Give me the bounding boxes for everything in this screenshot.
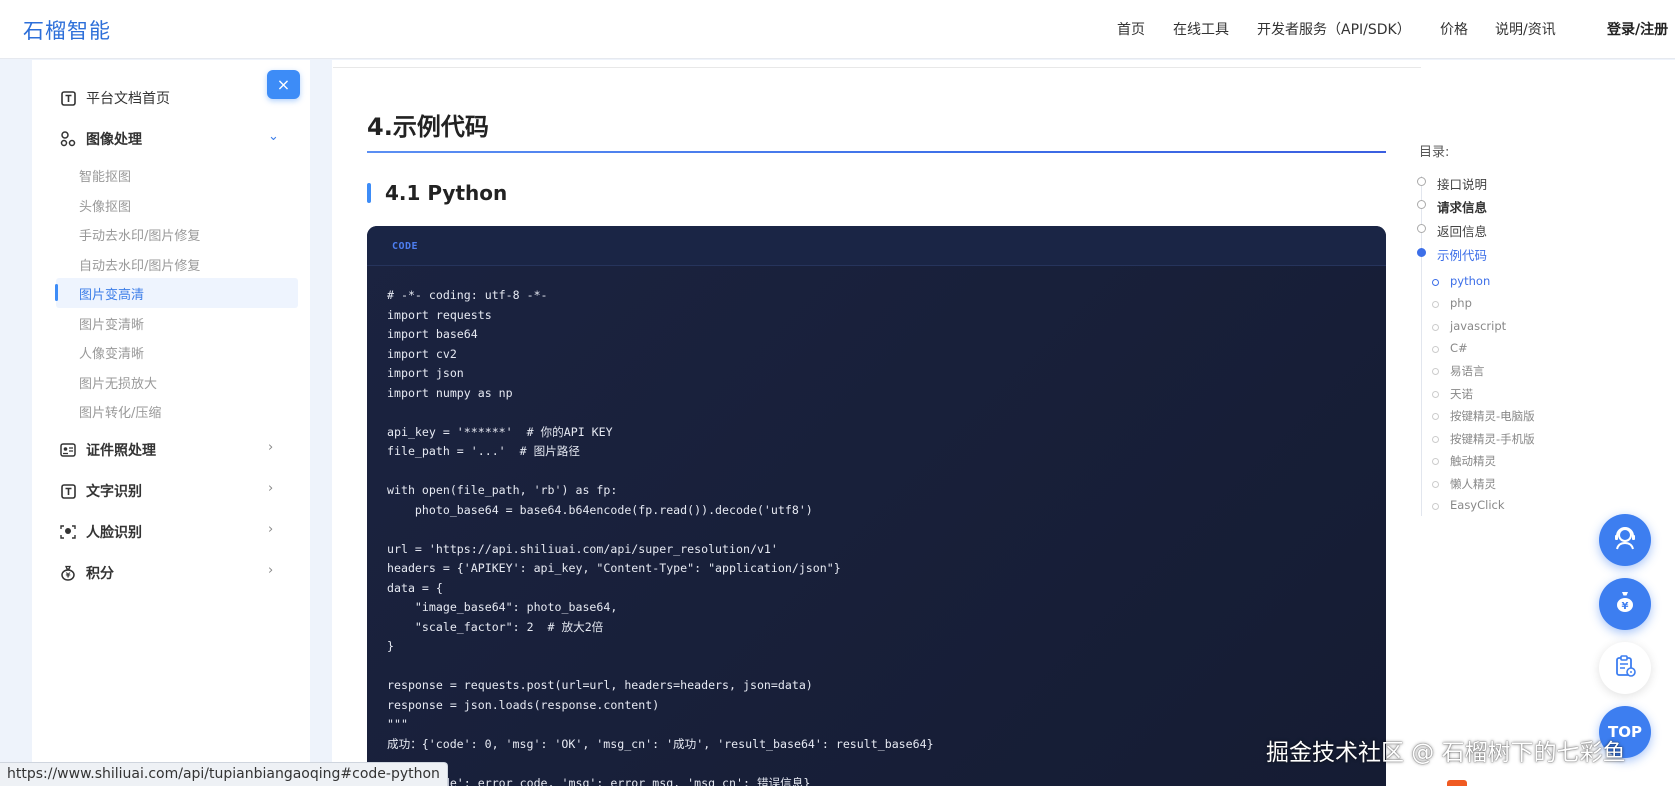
toc-sub-item[interactable]: EasyClick [1450, 498, 1505, 512]
toc-sub-dot [1432, 436, 1439, 443]
corner-badge [1447, 780, 1467, 786]
brand-logo[interactable]: 石榴智能 [23, 15, 111, 45]
sidebar-item-label: 积分 [86, 566, 114, 582]
chevron-right-icon[interactable]: › [268, 440, 273, 455]
sidebar-sub-item[interactable]: 图片无损放大 [79, 373, 157, 392]
headset-icon [1611, 524, 1639, 556]
toc-sub-item[interactable]: 按键精灵-手机版 [1450, 431, 1535, 447]
feedback-button[interactable] [1599, 642, 1651, 694]
id-card-icon [60, 442, 76, 458]
toc-sub-dot [1432, 324, 1439, 331]
sidebar [32, 60, 310, 786]
nav-dev-services[interactable]: 开发者服务（API/SDK） [1257, 19, 1411, 39]
sidebar-item-ocr[interactable]: 文字识别 [60, 481, 142, 501]
text-recognition-icon [60, 483, 76, 499]
sidebar-sub-item[interactable]: 自动去水印/图片修复 [79, 255, 200, 274]
toc-sub-dot [1432, 458, 1439, 465]
code-language-label: CODE [392, 241, 419, 252]
toc-dot-active [1417, 248, 1426, 257]
toc-sub-dot [1432, 481, 1439, 488]
points-button[interactable]: ¥ [1599, 578, 1651, 630]
text-doc-icon [60, 90, 76, 106]
subsection-heading: 4.1 Python [385, 181, 508, 205]
toc-sub-dot [1432, 346, 1439, 353]
sidebar-close-button[interactable]: × [267, 70, 300, 99]
toc-sub-item[interactable]: 懒人精灵 [1450, 476, 1496, 492]
toc-sub-item[interactable]: javascript [1450, 319, 1506, 333]
sidebar-sub-item[interactable]: 图片变清晰 [79, 314, 144, 333]
toc-sub-dot [1432, 503, 1439, 510]
face-scan-icon [60, 524, 76, 540]
sidebar-item-label: 图像处理 [86, 132, 142, 148]
sidebar-sub-item[interactable]: 手动去水印/图片修复 [79, 225, 200, 244]
chevron-right-icon[interactable]: › [268, 563, 273, 578]
chevron-down-icon[interactable]: ⌄ [268, 129, 279, 144]
sidebar-item-label: 平台文档首页 [86, 91, 170, 107]
sidebar-sub-item[interactable]: 头像抠图 [79, 196, 131, 215]
chevron-right-icon[interactable]: › [268, 522, 273, 537]
sidebar-sub-item[interactable]: 人像变清晰 [79, 343, 144, 362]
toc-sub-dot-active [1432, 279, 1439, 286]
toc-item[interactable]: 接口说明 [1437, 174, 1487, 193]
toc-sub-item[interactable]: 触动精灵 [1450, 453, 1496, 469]
sidebar-item-label: 人脸识别 [86, 525, 142, 541]
divider [333, 67, 1421, 68]
browser-status-url: https://www.shiliuai.com/api/tupianbiang… [0, 762, 448, 786]
nav-price[interactable]: 价格 [1440, 19, 1468, 39]
sidebar-sub-item[interactable]: 图片转化/压缩 [79, 402, 161, 421]
nav-docs[interactable]: 说明/资讯 [1495, 19, 1556, 39]
money-bag-icon: ¥ [1612, 589, 1638, 619]
customer-service-button[interactable] [1599, 514, 1651, 566]
top-navbar: 石榴智能 首页 在线工具 开发者服务（API/SDK） 价格 说明/资讯 登录/… [0, 0, 1675, 59]
toc-title: 目录: [1419, 145, 1450, 160]
toc-dot [1417, 200, 1426, 209]
nav-tools[interactable]: 在线工具 [1173, 19, 1229, 39]
svg-text:¥: ¥ [66, 572, 71, 580]
toc-sub-dot [1432, 413, 1439, 420]
sidebar-item-label: 证件照处理 [86, 443, 156, 459]
watermark: 掘金技术社区 @ 石榴树下的七彩鱼 [1266, 740, 1626, 766]
toc-sub-dot [1432, 301, 1439, 308]
money-bag-icon: ¥ [60, 565, 76, 581]
sidebar-item-id-photo[interactable]: 证件照处理 [60, 440, 156, 460]
sidebar-sub-item[interactable]: 智能抠图 [79, 166, 131, 185]
toc-sub-item[interactable]: C# [1450, 341, 1468, 355]
sidebar-item-image-processing[interactable]: 图像处理 [60, 129, 142, 149]
sidebar-sub-item-active[interactable]: 图片变高清 [79, 284, 144, 303]
subheading-marker [367, 183, 371, 203]
sidebar-item-label: 文字识别 [86, 484, 142, 500]
section-heading: 4.示例代码 [367, 113, 489, 141]
code-block[interactable]: CODE # -*- coding: utf-8 -*- import requ… [367, 226, 1386, 786]
toc-item[interactable]: 返回信息 [1437, 221, 1487, 240]
toc-sub-item[interactable]: 按键精灵-电脑版 [1450, 408, 1535, 424]
heading-underline [367, 151, 1386, 153]
toc-sub-item[interactable]: 天诺 [1450, 386, 1473, 402]
code-block-header: CODE [367, 226, 1386, 266]
toc-dot [1417, 224, 1426, 233]
toc-sub-dot [1432, 391, 1439, 398]
chevron-right-icon[interactable]: › [268, 481, 273, 496]
sidebar-item-points[interactable]: ¥ 积分 [60, 563, 114, 583]
toc-sub-item-active[interactable]: python [1450, 274, 1490, 288]
code-content[interactable]: # -*- coding: utf-8 -*- import requests … [387, 286, 934, 786]
clipboard-icon [1613, 654, 1637, 682]
image-process-icon [60, 131, 76, 147]
svg-text:¥: ¥ [1622, 601, 1629, 612]
toc-sub-item[interactable]: php [1450, 296, 1472, 310]
toc-item-active[interactable]: 示例代码 [1437, 245, 1487, 264]
nav-login[interactable]: 登录/注册 [1607, 19, 1668, 39]
toc-dot [1417, 177, 1426, 186]
toc-sub-item[interactable]: 易语言 [1450, 363, 1485, 379]
toc-item[interactable]: 请求信息 [1437, 197, 1487, 216]
sidebar-item-face[interactable]: 人脸识别 [60, 522, 142, 542]
nav-home[interactable]: 首页 [1117, 19, 1145, 39]
sidebar-item-doc-home[interactable]: 平台文档首页 [60, 88, 170, 108]
sidebar-active-indicator [55, 284, 58, 301]
toc-sub-dot [1432, 368, 1439, 375]
